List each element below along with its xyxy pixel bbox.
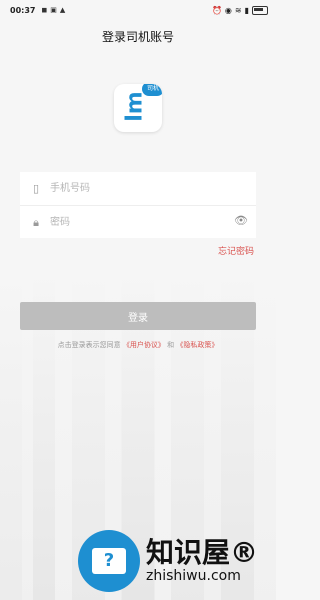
password-input[interactable]: [48, 211, 232, 234]
signal-icon: ▮: [244, 5, 249, 15]
login-form: ▯ 🔒︎ 👁︎: [20, 172, 256, 238]
lock-icon: 🔒︎: [33, 215, 39, 229]
eye-icon[interactable]: 👁︎: [234, 214, 248, 227]
app-logo: lm 司机: [114, 84, 162, 132]
alarm-icon: ⏰: [211, 5, 222, 15]
watermark-text: 知识屋® zhishiwu.com: [146, 538, 258, 585]
logo-tile: lm 司机: [114, 84, 162, 132]
agreement-and: 和: [167, 341, 175, 349]
page-title: 登录司机账号: [101, 30, 174, 44]
registered-mark: ®: [230, 536, 259, 569]
logo-letters: lm: [122, 91, 148, 122]
phone-row: ▯: [20, 172, 256, 205]
logo-badge: 司机: [142, 84, 162, 96]
location-icon: ◉: [224, 5, 232, 15]
battery-icon: [252, 5, 268, 15]
photo-icon: ▣: [50, 6, 57, 14]
status-right-icons: ⏰ ◉ ≋ ▮: [211, 5, 268, 15]
watermark-cn: 知识屋®: [146, 538, 258, 568]
password-row: 🔒︎ 👁︎: [20, 205, 256, 239]
wifi-icon: ≋: [234, 5, 242, 15]
notification-icon: ◼: [41, 6, 48, 14]
forgot-password-link[interactable]: 忘记密码: [218, 244, 254, 257]
phone-icon: ▯: [32, 182, 40, 195]
watermark: ? 知识屋® zhishiwu.com: [78, 528, 274, 594]
alert-icon: ▲: [59, 6, 66, 14]
status-time: 00:37: [10, 5, 36, 15]
watermark-cn-text: 知识屋: [146, 536, 231, 569]
watermark-logo-icon: ?: [78, 530, 140, 592]
user-agreement-link[interactable]: 《用户协议》: [123, 341, 165, 349]
watermark-en: zhishiwu.com: [146, 568, 241, 584]
question-monitor-icon: ?: [92, 548, 126, 574]
status-bar: 00:37 ◼ ▣ ▲ ⏰ ◉ ≋ ▮: [0, 0, 276, 20]
login-button[interactable]: 登录: [20, 302, 256, 330]
privacy-policy-link[interactable]: 《隐私政策》: [176, 341, 218, 349]
phone-input[interactable]: [48, 177, 232, 200]
status-left-icons: ◼ ▣ ▲: [41, 6, 65, 14]
agreement-text: 点击登录表示您同意 《用户协议》 和 《隐私政策》: [0, 340, 276, 350]
agreement-prefix: 点击登录表示您同意: [57, 341, 121, 349]
